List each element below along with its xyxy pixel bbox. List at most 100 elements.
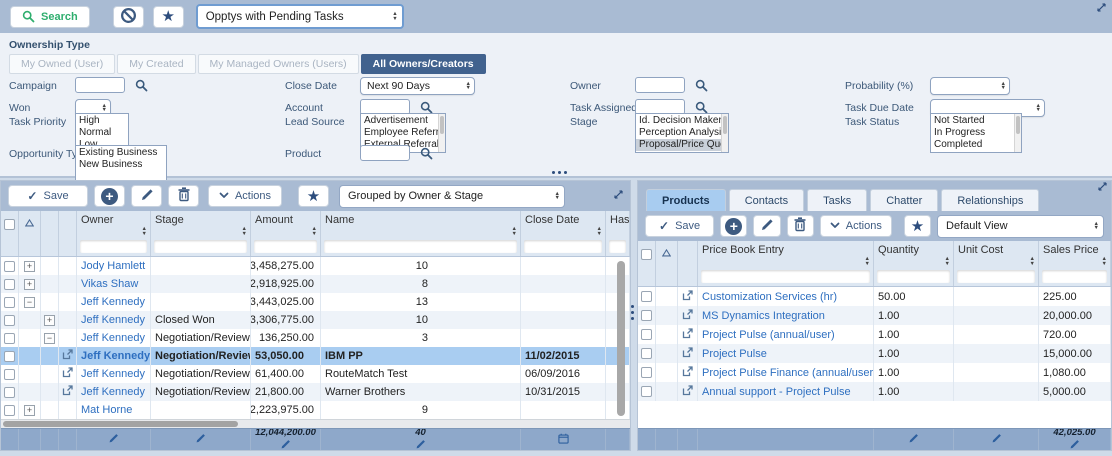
stage-listbox[interactable]: Id. Decision Makers Perception Analysis Pr… <box>635 113 729 153</box>
mass-edit-pencil-icon[interactable] <box>908 433 919 447</box>
column-filter-input-amount[interactable] <box>254 240 317 253</box>
ownership-tab-my-managed-owners-users[interactable]: My Managed Owners (Users) <box>197 54 359 74</box>
owner-link[interactable]: Jeff Kennedy <box>81 314 145 326</box>
open-record-icon[interactable] <box>62 367 73 381</box>
sort-stepper-icon[interactable]: ▲ ▼ <box>142 227 147 236</box>
product-row[interactable]: Annual support - Project Pulse 1.00 5,000.… <box>638 382 1111 401</box>
open-record-icon[interactable] <box>682 289 693 304</box>
sort-stepper-icon[interactable]: ▲ ▼ <box>1102 257 1107 266</box>
actions-button[interactable]: Actions <box>208 185 282 207</box>
actions-button[interactable]: Actions <box>819 215 892 237</box>
listbox-option[interactable]: Perception Analysis <box>636 127 728 139</box>
select-all-checkbox[interactable] <box>641 248 652 260</box>
listbox-option[interactable]: Existing Business <box>76 147 166 159</box>
price-book-entry-link[interactable]: Customization Services (hr) <box>702 291 837 303</box>
listbox-scrollbar[interactable] <box>721 114 728 152</box>
column-filter-input-owner[interactable] <box>80 240 147 253</box>
listbox-option[interactable]: High <box>76 115 128 127</box>
opportunity-row[interactable]: + Mat Horne 2,223,975.00 9 <box>1 401 630 419</box>
favorite-view-button[interactable]: ★ <box>152 5 184 28</box>
column-filter-input-quantity[interactable] <box>877 270 950 283</box>
lookup-icon[interactable] <box>420 147 433 160</box>
collapse-icon[interactable]: − <box>24 296 35 308</box>
owner-link[interactable]: Jeff Kennedy <box>81 386 145 398</box>
owner-link[interactable]: Mat Horne <box>81 404 132 416</box>
save-button[interactable]: ✓ Save <box>8 185 88 207</box>
edit-button[interactable] <box>131 185 162 207</box>
sort-stepper-icon[interactable]: ▲ ▼ <box>312 227 317 236</box>
vertical-resize-handle[interactable] <box>631 305 634 320</box>
close-date-select[interactable]: Next 90 Days ▲ ▼ <box>360 77 475 95</box>
expand-icon[interactable]: + <box>24 260 35 272</box>
opportunity-row[interactable]: + Vikas Shaw 2,918,925.00 8 <box>1 275 630 293</box>
column-header-quantity[interactable]: Quantity ▲ ▼ <box>874 241 954 267</box>
campaign-input[interactable] <box>75 77 125 93</box>
column-filter-input-unit-cost[interactable] <box>957 270 1035 283</box>
mass-edit-pencil-icon[interactable] <box>195 433 206 447</box>
expand-panel-icon[interactable] <box>1097 3 1106 15</box>
owner-link[interactable]: Jody Hamlett <box>81 260 145 272</box>
listbox-option[interactable]: Employee Referral <box>361 127 445 139</box>
lookup-icon[interactable] <box>695 79 708 92</box>
open-record-icon[interactable] <box>682 365 693 380</box>
row-checkbox[interactable] <box>641 367 652 378</box>
opportunity-row[interactable]: Jeff Kennedy Negotiation/Review 53,050.00 I… <box>1 347 630 365</box>
save-button[interactable]: ✓ Save <box>645 215 715 237</box>
owner-link[interactable]: Jeff Kennedy <box>81 332 145 344</box>
ownership-tab-all-owners-creators[interactable]: All Owners/Creators <box>360 54 486 74</box>
open-record-icon[interactable] <box>62 385 73 399</box>
listbox-option[interactable]: Proposal/Price Quote <box>636 139 728 151</box>
add-record-button[interactable]: + <box>720 215 748 237</box>
sort-stepper-icon[interactable]: ▲ ▼ <box>945 257 950 266</box>
price-book-entry-link[interactable]: Project Pulse (annual/user) <box>702 329 835 341</box>
row-checkbox[interactable] <box>4 386 15 398</box>
sort-stepper-icon[interactable]: ▲ ▼ <box>597 227 602 236</box>
opportunity-row[interactable]: − Jeff Kennedy Negotiation/Review 136,250.0… <box>1 329 630 347</box>
product-input[interactable] <box>360 145 410 161</box>
expand-grid-icon[interactable] <box>1098 182 1107 194</box>
expand-icon[interactable]: + <box>24 404 35 416</box>
owner-input[interactable] <box>635 77 685 93</box>
column-filter-input-price-book-entry[interactable] <box>701 270 870 283</box>
mass-edit-pencil-icon[interactable] <box>280 439 291 451</box>
row-checkbox[interactable] <box>4 260 15 272</box>
add-record-button[interactable]: + <box>94 185 125 207</box>
task-status-listbox[interactable]: Not Started In Progress Completed <box>930 113 1022 153</box>
open-record-icon[interactable] <box>682 327 693 342</box>
column-header-owner[interactable]: Owner ▲ ▼ <box>77 211 151 237</box>
tab-relationships[interactable]: Relationships <box>941 189 1040 211</box>
open-record-icon[interactable] <box>682 308 693 323</box>
product-row[interactable]: MS Dynamics Integration 1.00 20,000.00 <box>638 306 1111 325</box>
row-checkbox[interactable] <box>641 348 652 359</box>
row-checkbox[interactable] <box>4 296 15 308</box>
column-filter-input-sales-price[interactable] <box>1042 270 1107 283</box>
price-book-entry-link[interactable]: Project Pulse <box>702 348 767 360</box>
clear-filters-button[interactable] <box>112 5 144 28</box>
opportunity-row[interactable]: Jeff Kennedy Negotiation/Review 61,400.00 R… <box>1 365 630 383</box>
column-filter-input-has[interactable] <box>609 240 626 253</box>
ownership-tab-my-owned-user[interactable]: My Owned (User) <box>9 54 116 74</box>
mass-edit-pencil-icon[interactable] <box>1069 439 1080 451</box>
column-filter-input-name[interactable] <box>324 240 517 253</box>
owner-link[interactable]: Jeff Kennedy <box>81 350 150 362</box>
view-selector[interactable]: Default View ▲ ▼ <box>937 214 1104 238</box>
listbox-scrollbar[interactable] <box>438 114 445 152</box>
column-header-sales-price[interactable]: Sales Price ▲ ▼ <box>1039 241 1111 267</box>
opportunity-row[interactable]: − Jeff Kennedy 3,443,025.00 13 <box>1 293 630 311</box>
listbox-option[interactable]: Advertisement <box>361 115 445 127</box>
ownership-tab-my-created[interactable]: My Created <box>117 54 196 74</box>
column-header-unit-cost[interactable]: Unit Cost ▲ ▼ <box>954 241 1039 267</box>
owner-link[interactable]: Vikas Shaw <box>81 278 138 290</box>
owner-link[interactable]: Jeff Kennedy <box>81 368 145 380</box>
row-checkbox[interactable] <box>641 291 652 302</box>
product-row[interactable]: Project Pulse Finance (annual/user) 1.00 1… <box>638 363 1111 382</box>
row-checkbox[interactable] <box>4 332 15 344</box>
sort-stepper-icon[interactable]: ▲ ▼ <box>512 227 517 236</box>
mass-edit-pencil-icon[interactable] <box>415 439 426 451</box>
lookup-icon[interactable] <box>420 101 433 114</box>
price-book-entry-link[interactable]: Annual support - Project Pulse <box>702 386 851 398</box>
opportunity-type-listbox[interactable]: Existing Business New Business <box>75 145 167 185</box>
expand-icon[interactable]: + <box>44 314 55 326</box>
calendar-icon[interactable] <box>557 433 569 447</box>
listbox-scrollbar[interactable] <box>1014 114 1021 152</box>
